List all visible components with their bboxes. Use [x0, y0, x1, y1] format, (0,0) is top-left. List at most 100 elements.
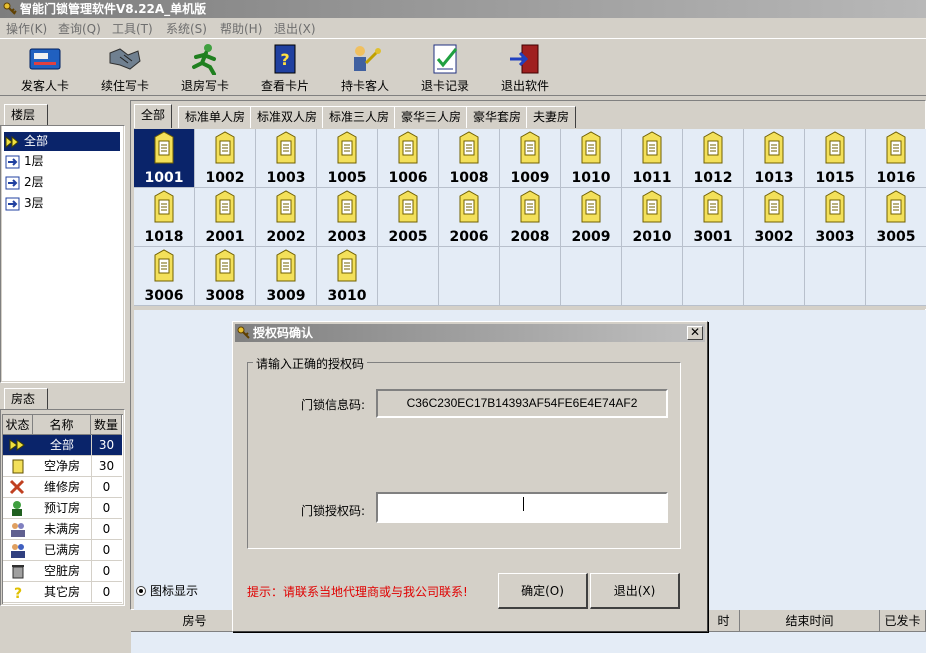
- floor-item-2[interactable]: 2层: [4, 173, 120, 192]
- room-cell[interactable]: 2009: [561, 188, 622, 247]
- room-cell[interactable]: 1001: [134, 129, 195, 188]
- room-grid: 1001 1002 1003 1005 1006 1008 1009 1010 1011 1012…: [134, 129, 926, 309]
- room-cell[interactable]: 1003: [256, 129, 317, 188]
- room-tag-icon: [642, 190, 662, 223]
- room-cell[interactable]: 3009: [256, 247, 317, 306]
- guest-key-icon: [354, 46, 381, 71]
- room-tag-icon: [337, 190, 357, 223]
- view-card-button[interactable]: ? 查看卡片: [245, 41, 325, 95]
- floor-item-label: 3层: [24, 196, 44, 210]
- room-tag-icon: [337, 249, 357, 282]
- room-cell[interactable]: 3003: [805, 188, 866, 247]
- room-number: 3006: [144, 288, 184, 304]
- room-cell[interactable]: 3010: [317, 247, 378, 306]
- col-header-name[interactable]: 名称: [33, 415, 91, 435]
- extend-stay-card-button[interactable]: 续住写卡: [85, 41, 165, 95]
- room-cell[interactable]: 1015: [805, 129, 866, 188]
- icon-view-option[interactable]: 图标显示: [134, 580, 231, 602]
- col-header-end-time[interactable]: 结束时间: [740, 610, 880, 632]
- room-cell[interactable]: 1016: [866, 129, 926, 188]
- menu-exit[interactable]: 退出(X): [274, 20, 316, 37]
- room-cell[interactable]: 2010: [622, 188, 683, 247]
- room-cell[interactable]: 3002: [744, 188, 805, 247]
- empty-room-cell: [744, 247, 805, 306]
- tab-deluxe-triple[interactable]: 豪华三人房: [394, 106, 469, 128]
- empty-room-cell: [378, 247, 439, 306]
- room-cell[interactable]: 2006: [439, 188, 500, 247]
- toolbar-label: 续住写卡: [100, 79, 149, 93]
- status-row-other[interactable]: ? 其它房 0: [3, 582, 122, 603]
- status-row-reserved[interactable]: 预订房 0: [3, 498, 122, 519]
- door-arrow-icon: [5, 155, 20, 169]
- col-header-count[interactable]: 数量: [91, 415, 122, 435]
- status-row-fully-occupied[interactable]: 已满房 0: [3, 540, 122, 561]
- status-row-vacant-dirty[interactable]: 空脏房 0: [3, 561, 122, 582]
- room-cell[interactable]: 1018: [134, 188, 195, 247]
- tab-room-status[interactable]: 房态: [4, 388, 48, 410]
- lock-auth-input[interactable]: [376, 492, 668, 523]
- col-header-status[interactable]: 状态: [3, 415, 33, 435]
- dialog-title-bar: 授权码确认 ✕: [235, 324, 705, 342]
- radio-button[interactable]: [136, 586, 146, 596]
- floor-item-label: 全部: [24, 134, 49, 148]
- menu-tools[interactable]: 工具(T): [112, 20, 153, 37]
- room-cell[interactable]: 3001: [683, 188, 744, 247]
- room-cell[interactable]: 1012: [683, 129, 744, 188]
- room-cell[interactable]: 1010: [561, 129, 622, 188]
- confirm-button[interactable]: 确定(O): [498, 573, 588, 609]
- toolbar-label: 查看卡片: [260, 79, 309, 93]
- exit-software-button[interactable]: 退出软件: [485, 41, 565, 95]
- room-cell[interactable]: 2008: [500, 188, 561, 247]
- col-header-time[interactable]: 时: [708, 610, 740, 632]
- status-count: 30: [91, 435, 121, 455]
- status-name: 未满房: [43, 522, 80, 536]
- card-return-records-button[interactable]: 退卡记录: [405, 41, 485, 95]
- col-header-card-issued[interactable]: 已发卡: [880, 610, 926, 632]
- menu-bar: 操作(K) 查询(Q) 工具(T) 系统(S) 帮助(H) 退出(X): [0, 18, 926, 38]
- issue-guest-card-button[interactable]: 发客人卡: [5, 41, 85, 95]
- status-row-partially-occupied[interactable]: 未满房 0: [3, 519, 122, 540]
- tab-all[interactable]: 全部: [134, 104, 173, 128]
- tab-couple-room[interactable]: 夫妻房: [526, 106, 577, 128]
- app-title: 智能门锁管理软件V8.22A_单机版: [20, 2, 207, 16]
- floor-item-all[interactable]: 全部: [4, 132, 120, 151]
- room-cell[interactable]: 1002: [195, 129, 256, 188]
- room-cell[interactable]: 1005: [317, 129, 378, 188]
- close-icon[interactable]: ✕: [687, 326, 703, 340]
- room-cell[interactable]: 1011: [622, 129, 683, 188]
- room-cell[interactable]: 1008: [439, 129, 500, 188]
- tab-standard-triple[interactable]: 标准三人房: [322, 106, 397, 128]
- floor-item-3[interactable]: 3层: [4, 194, 120, 213]
- room-number: 2006: [449, 229, 489, 245]
- checkout-card-button[interactable]: 退房写卡: [165, 41, 245, 95]
- room-cell[interactable]: 3008: [195, 247, 256, 306]
- cardholder-guests-button[interactable]: 持卡客人: [325, 41, 405, 95]
- empty-room-cell: [683, 247, 744, 306]
- menu-system[interactable]: 系统(S): [166, 20, 207, 37]
- text-cursor: [523, 497, 524, 511]
- status-row-all[interactable]: 全部 30: [3, 435, 122, 456]
- room-cell[interactable]: 1009: [500, 129, 561, 188]
- question-mark-icon: ?: [14, 586, 22, 600]
- status-row-vacant-clean[interactable]: 空净房 30: [3, 456, 122, 477]
- tab-standard-single[interactable]: 标准单人房: [178, 106, 253, 128]
- menu-operation[interactable]: 操作(K): [6, 20, 47, 37]
- room-cell[interactable]: 2001: [195, 188, 256, 247]
- menu-help[interactable]: 帮助(H): [220, 20, 262, 37]
- room-cell[interactable]: 1006: [378, 129, 439, 188]
- menu-query[interactable]: 查询(Q): [58, 20, 101, 37]
- tab-standard-double[interactable]: 标准双人房: [250, 106, 325, 128]
- room-cell[interactable]: 2002: [256, 188, 317, 247]
- room-cell[interactable]: 3006: [134, 247, 195, 306]
- status-row-maintenance[interactable]: 维修房 0: [3, 477, 122, 498]
- room-tag-icon: [825, 190, 845, 223]
- exit-button[interactable]: 退出(X): [590, 573, 680, 609]
- floor-item-1[interactable]: 1层: [4, 152, 120, 171]
- tab-deluxe-suite[interactable]: 豪华套房: [466, 106, 529, 128]
- empty-room-cell: [805, 247, 866, 306]
- room-cell[interactable]: 2005: [378, 188, 439, 247]
- room-cell[interactable]: 3005: [866, 188, 926, 247]
- tab-floors[interactable]: 楼层: [4, 104, 48, 126]
- room-cell[interactable]: 1013: [744, 129, 805, 188]
- room-cell[interactable]: 2003: [317, 188, 378, 247]
